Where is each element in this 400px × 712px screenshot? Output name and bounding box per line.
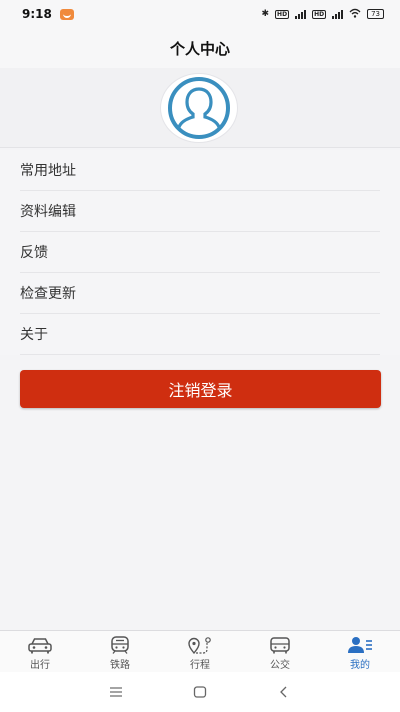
back-button[interactable] [242,686,326,698]
bus-icon [270,637,290,654]
status-bar: 9:18 ✱ HD HD 73 [0,0,400,28]
train-icon [111,636,129,654]
status-icons: ✱ HD HD 73 [261,8,384,21]
car-icon [28,638,52,654]
status-time: 9:18 [22,7,52,21]
hd-icon-2: HD [312,9,327,19]
tab-railway[interactable]: 铁路 [80,631,160,672]
avatar[interactable] [160,73,238,143]
battery-icon: 73 [367,9,384,19]
menu-item-label: 常用地址 [20,163,76,179]
menu-item-label: 关于 [20,327,48,343]
menu-button[interactable] [74,687,158,697]
menu-item-label: 资料编辑 [20,204,76,220]
settings-menu: 常用地址 资料编辑 反馈 检查更新 关于 [0,150,400,355]
route-icon [188,637,211,654]
tab-bus[interactable]: 公交 [240,631,320,672]
menu-item-feedback[interactable]: 反馈 [20,232,380,273]
user-avatar-icon [168,77,230,139]
tab-label: 公交 [270,660,290,671]
user-list-icon [348,637,372,653]
page-title: 个人中心 [169,39,230,58]
back-icon [280,686,287,698]
tab-travel[interactable]: 出行 [0,631,80,672]
tab-mine[interactable]: 我的 [320,631,400,672]
tab-label: 我的 [350,660,370,671]
home-button[interactable] [158,686,242,698]
tab-label: 铁路 [110,660,130,671]
menu-item-label: 检查更新 [20,286,76,302]
signal-icon-2 [332,9,344,19]
notification-app-icon [59,8,74,20]
menu-item-common-address[interactable]: 常用地址 [20,150,380,191]
logout-button[interactable]: 注销登录 [20,370,381,408]
profile-area [0,68,400,148]
bottom-tab-bar: 出行 铁路 行程 公交 我的 [0,630,400,672]
page-header: 个人中心 [0,28,400,68]
system-navigation-bar [0,672,400,712]
signal-icon [295,9,307,19]
menu-item-check-update[interactable]: 检查更新 [20,273,380,314]
wifi-icon [349,8,361,21]
menu-item-edit-profile[interactable]: 资料编辑 [20,191,380,232]
menu-icon [110,687,122,697]
menu-item-about[interactable]: 关于 [20,314,380,355]
hd-icon: HD [275,9,290,19]
menu-item-label: 反馈 [20,245,48,261]
tab-label: 行程 [190,660,210,671]
bluetooth-icon: ✱ [261,9,270,19]
tab-itinerary[interactable]: 行程 [160,631,240,672]
home-icon [193,686,207,698]
tab-label: 出行 [30,660,50,671]
